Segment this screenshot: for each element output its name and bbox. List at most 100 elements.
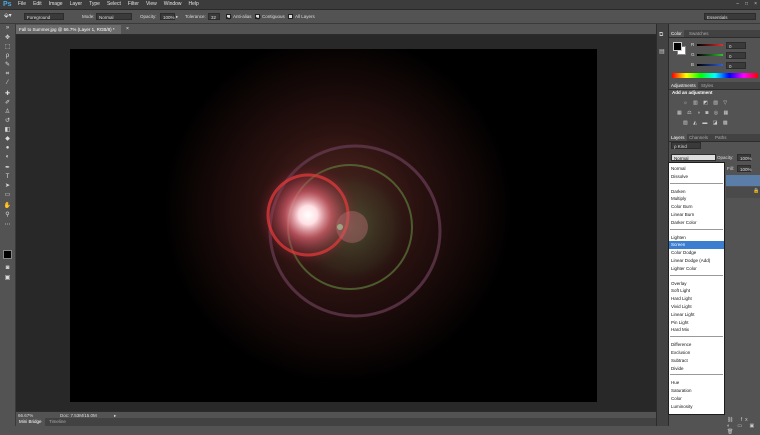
tolerance-input[interactable]: 32 — [208, 13, 220, 20]
layer-filter-select[interactable]: ρ Kind — [671, 142, 701, 149]
blend-mode-lighten[interactable]: Lighten — [671, 234, 723, 242]
menu-layer[interactable]: Layer — [70, 0, 83, 9]
blend-mode-darker-color[interactable]: Darker Color — [671, 219, 723, 227]
zoom-tool-icon[interactable]: ⚲ — [3, 211, 12, 219]
clone-stamp-tool-icon[interactable]: ♙ — [3, 108, 12, 116]
blend-mode-subtract[interactable]: Subtract — [671, 357, 723, 365]
adjustment-icons-row-1[interactable]: ☼ ▥ ◩ ▨ ▽ — [683, 100, 729, 106]
channel-b-slider[interactable] — [697, 64, 723, 66]
document-tab[interactable]: Fall to Summer.jpg @ 66.7% (Layer 1, RGB… — [16, 25, 121, 34]
blend-mode-exclusion[interactable]: Exclusion — [671, 349, 723, 357]
more-tools-icon[interactable]: ⋯ — [3, 221, 12, 229]
layer-fill-input[interactable]: 100% — [737, 165, 752, 172]
pen-tool-icon[interactable]: ✒ — [3, 164, 12, 172]
healing-brush-tool-icon[interactable]: ✚ — [3, 90, 12, 98]
menu-image[interactable]: Image — [49, 0, 63, 9]
menu-type[interactable]: Type — [89, 0, 100, 9]
tab-channels[interactable]: Channels — [687, 134, 710, 141]
blend-mode-darken[interactable]: Darken — [671, 188, 723, 196]
antialias-checkbox[interactable] — [226, 14, 231, 19]
opacity-arrow-icon[interactable]: ▸ — [176, 13, 178, 20]
blend-mode-hard-mix[interactable]: Hard Mix — [671, 326, 723, 334]
mode-select[interactable]: Normal — [96, 13, 132, 20]
tab-mini-bridge[interactable]: Mini Bridge — [16, 418, 45, 426]
menu-file[interactable]: File — [18, 0, 26, 9]
contiguous-checkbox[interactable] — [255, 14, 260, 19]
screen-mode-icon[interactable]: ▣ — [3, 274, 12, 282]
crop-tool-icon[interactable]: ⌗ — [3, 70, 12, 78]
blend-mode-color-burn[interactable]: Color Burn — [671, 203, 723, 211]
blend-mode-lighter-color[interactable]: Lighter Color — [671, 265, 723, 273]
blur-tool-icon[interactable]: ● — [3, 144, 12, 152]
tab-color[interactable]: Color — [669, 30, 684, 37]
marquee-tool-icon[interactable]: ⬚ — [3, 43, 12, 51]
brush-tool-icon[interactable]: ✐ — [3, 99, 12, 107]
collapse-icon[interactable]: » — [3, 24, 12, 32]
menu-edit[interactable]: Edit — [33, 0, 42, 9]
menu-select[interactable]: Select — [107, 0, 121, 9]
hand-tool-icon[interactable]: ✋ — [3, 202, 12, 210]
maximize-icon[interactable]: □ — [745, 0, 748, 9]
eyedropper-tool-icon[interactable]: ⁄ — [3, 79, 12, 87]
move-tool-icon[interactable]: ✥ — [3, 34, 12, 42]
layer-opacity-input[interactable]: 100% — [737, 154, 752, 161]
blend-mode-overlay[interactable]: Overlay — [671, 280, 723, 288]
blend-mode-linear-light[interactable]: Linear Light — [671, 311, 723, 319]
tab-paths[interactable]: Paths — [713, 134, 729, 141]
selected-layer-row[interactable] — [726, 175, 760, 186]
foreground-color-swatch[interactable] — [3, 250, 12, 259]
blend-mode-hue[interactable]: Hue — [671, 379, 723, 387]
dodge-tool-icon[interactable]: ◐ — [3, 153, 12, 161]
blend-mode-select[interactable]: Normal — [671, 154, 716, 161]
tab-layers[interactable]: Layers — [669, 134, 687, 141]
menu-window[interactable]: Window — [164, 0, 182, 9]
blend-mode-pin-light[interactable]: Pin Light — [671, 319, 723, 327]
channel-g-slider[interactable] — [697, 54, 723, 56]
close-tab-icon[interactable]: × — [126, 25, 129, 34]
quick-select-tool-icon[interactable]: ✎ — [3, 61, 12, 69]
all-layers-checkbox[interactable] — [288, 14, 293, 19]
paint-bucket-tool-icon[interactable]: ◆ — [3, 135, 12, 143]
blend-mode-linear-dodge-add[interactable]: Linear Dodge (Add) — [671, 257, 723, 265]
blend-mode-saturation[interactable]: Saturation — [671, 387, 723, 395]
blend-mode-dissolve[interactable]: Dissolve — [671, 173, 723, 181]
blend-mode-soft-light[interactable]: Soft Light — [671, 287, 723, 295]
channel-b-input[interactable]: 0 — [726, 62, 746, 69]
blend-mode-color-dodge[interactable]: Color Dodge — [671, 249, 723, 257]
blend-mode-color[interactable]: Color — [671, 395, 723, 403]
channel-r-slider[interactable] — [697, 44, 723, 46]
color-spectrum-bar[interactable] — [672, 73, 758, 78]
blend-mode-vivid-light[interactable]: Vivid Light — [671, 303, 723, 311]
blend-mode-hard-light[interactable]: Hard Light — [671, 295, 723, 303]
blend-mode-difference[interactable]: Difference — [671, 341, 723, 349]
blend-mode-screen[interactable]: Screen — [669, 241, 724, 250]
history-brush-tool-icon[interactable]: ↺ — [3, 117, 12, 125]
blend-mode-luminosity[interactable]: Luminosity — [671, 403, 723, 411]
type-tool-icon[interactable]: T — [3, 173, 12, 181]
opacity-input[interactable]: 100% — [160, 13, 175, 20]
blend-mode-multiply[interactable]: Multiply — [671, 195, 723, 203]
menu-view[interactable]: View — [146, 0, 157, 9]
minimize-icon[interactable]: – — [736, 0, 739, 9]
channel-r-input[interactable]: 0 — [726, 42, 746, 49]
menu-help[interactable]: Help — [189, 0, 199, 9]
adjustment-icons-row-2[interactable]: ▦ ⚖ ◑ ◙ ◎ ▦ — [677, 110, 730, 116]
history-panel-icon[interactable]: ⧉ — [659, 32, 663, 39]
close-window-icon[interactable]: × — [754, 0, 757, 9]
tab-swatches[interactable]: Swatches — [687, 30, 711, 37]
layers-footer-icons[interactable]: ⛓ fx ◐ ▭ ▣ 🗑 — [727, 417, 760, 435]
panel-foreground-swatch[interactable] — [673, 42, 682, 51]
shape-tool-icon[interactable]: ▭ — [3, 191, 12, 199]
document-canvas[interactable] — [70, 49, 597, 402]
blend-mode-normal[interactable]: Normal — [671, 165, 723, 173]
workspace-select[interactable]: Essentials — [704, 13, 756, 20]
blend-mode-divide[interactable]: Divide — [671, 365, 723, 373]
blend-mode-linear-burn[interactable]: Linear Burn — [671, 211, 723, 219]
tab-adjustments[interactable]: Adjustments — [669, 82, 698, 89]
lasso-tool-icon[interactable]: ρ — [3, 52, 12, 60]
channel-g-input[interactable]: 0 — [726, 52, 746, 59]
menu-filter[interactable]: Filter — [128, 0, 139, 9]
tab-styles[interactable]: Styles — [699, 82, 715, 89]
paint-bucket-icon[interactable]: ⬙▾ — [4, 13, 12, 20]
tab-timeline[interactable]: Timeline — [46, 418, 69, 426]
